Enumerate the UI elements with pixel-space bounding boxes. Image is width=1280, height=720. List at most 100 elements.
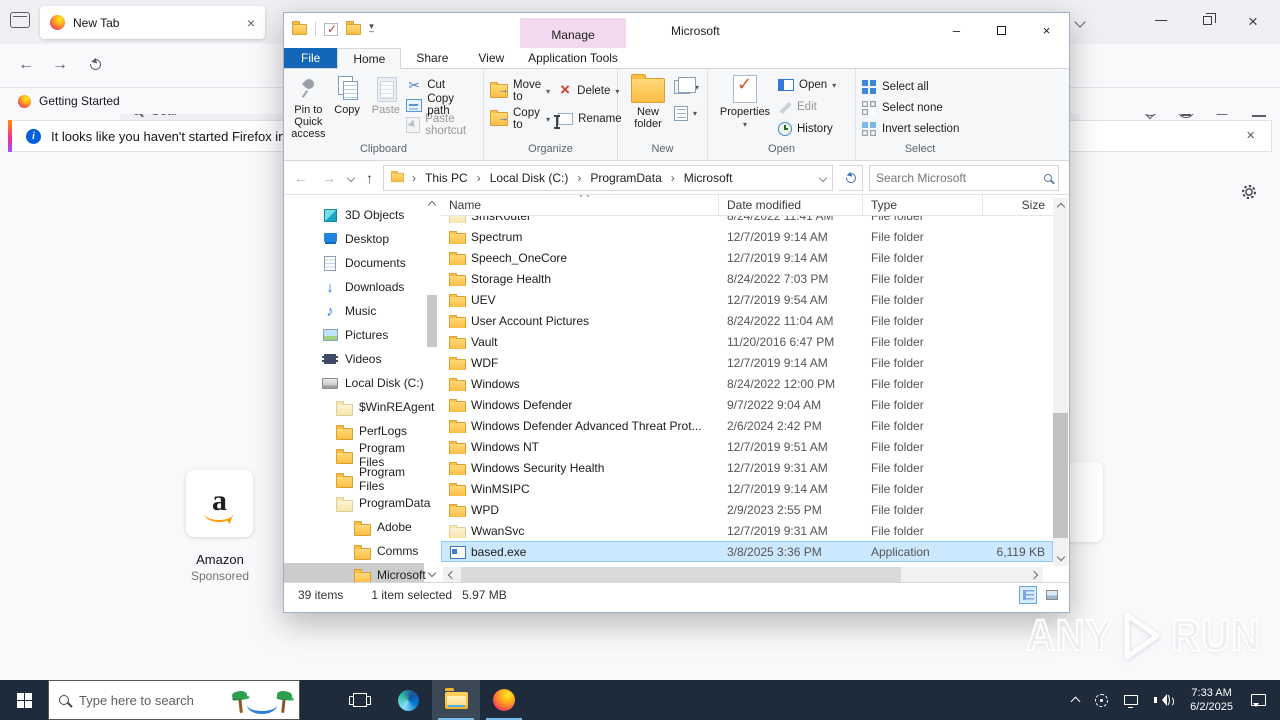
file-row[interactable]: UEV 12/7/2019 9:54 AM File folder	[441, 289, 1053, 310]
thumbnail-view-button[interactable]	[1043, 586, 1061, 604]
file-row[interactable]: Windows Defender Advanced Threat Prot...…	[441, 415, 1053, 436]
history-button[interactable]: History	[778, 121, 836, 137]
column-header-type[interactable]: Type	[863, 195, 983, 215]
pin-to-quick-access-button[interactable]: Pin to Quick access	[290, 73, 327, 143]
volume-button[interactable]	[1146, 680, 1180, 720]
scrollbar-thumb[interactable]	[427, 295, 437, 347]
crumb-local-disk[interactable]: Local Disk (C:)	[488, 171, 571, 185]
search-input[interactable]	[876, 170, 1040, 185]
start-button[interactable]	[0, 680, 48, 720]
copy-to-button[interactable]: Copy to▾	[490, 107, 550, 131]
customize-qat-icon[interactable]: ▾ –	[369, 22, 374, 36]
firefox-view-icon[interactable]	[10, 12, 30, 28]
tab-view[interactable]: View	[463, 48, 519, 68]
sidebar-item[interactable]: Program Files	[284, 465, 424, 493]
sidebar-item[interactable]: Program Files	[284, 441, 424, 469]
scroll-left-icon[interactable]	[443, 567, 458, 582]
horizontal-scrollbar[interactable]	[443, 567, 1043, 582]
sidebar-item[interactable]: Documents	[284, 251, 424, 275]
browser-tab[interactable]: New Tab ×	[40, 6, 265, 39]
explorer-minimize-button[interactable]: –	[934, 13, 979, 48]
up-icon[interactable]: ↑	[362, 170, 377, 186]
file-row[interactable]: based.exe 3/8/2025 3:36 PM Application 6…	[441, 541, 1053, 562]
file-row[interactable]: WwanSvc 12/7/2019 9:31 AM File folder	[441, 520, 1053, 541]
breadcrumb[interactable]: › This PC › Local Disk (C:) › ProgramDat…	[383, 164, 833, 191]
crumb-programdata[interactable]: ProgramData	[588, 171, 663, 185]
firefox-minimize-button[interactable]	[1155, 20, 1167, 21]
sidebar-item[interactable]: Adobe	[284, 515, 424, 539]
copy-button[interactable]: Copy	[329, 73, 366, 143]
file-row[interactable]: Spectrum 12/7/2019 9:14 AM File folder	[441, 226, 1053, 247]
crumb-microsoft[interactable]: Microsoft	[682, 171, 735, 185]
vertical-scrollbar[interactable]	[1053, 198, 1068, 566]
file-row[interactable]: Windows Defender 9/7/2022 9:04 AM File f…	[441, 394, 1053, 415]
address-dropdown-chevron-icon[interactable]	[818, 173, 828, 182]
scroll-right-icon[interactable]	[1028, 567, 1043, 582]
column-header-date[interactable]: Date modified	[719, 195, 863, 215]
crumb-this-pc[interactable]: This PC	[423, 171, 470, 185]
tab-share[interactable]: Share	[401, 48, 463, 68]
column-header-name[interactable]: Name	[441, 195, 719, 215]
tab-list-chevron-icon[interactable]	[1074, 16, 1086, 28]
sidebar-item[interactable]: Desktop	[284, 227, 424, 251]
tray-expand-button[interactable]	[1064, 680, 1087, 720]
manage-contextual-header[interactable]: Manage	[520, 18, 626, 48]
browser-back-icon[interactable]: ←	[18, 56, 34, 74]
scroll-up-icon[interactable]	[425, 195, 439, 211]
tab-file[interactable]: File	[284, 48, 338, 68]
scrollbar-thumb[interactable]	[1053, 413, 1068, 538]
file-row[interactable]: Speech_OneCore 12/7/2019 9:14 AM File fo…	[441, 247, 1053, 268]
properties-button[interactable]: Properties ▾	[714, 73, 776, 143]
easy-access-button[interactable]: ▾	[674, 105, 699, 121]
tab-close-icon[interactable]: ×	[247, 16, 255, 30]
explorer-search-box[interactable]	[869, 164, 1059, 191]
file-row[interactable]: Windows 8/24/2022 12:00 PM File folder	[441, 373, 1053, 394]
open-button[interactable]: Open ▾	[778, 77, 836, 93]
sidebar-item[interactable]: Comms	[284, 539, 424, 563]
select-all-button[interactable]: Select all	[862, 79, 959, 95]
firefox-button[interactable]	[480, 680, 528, 720]
file-row[interactable]: WinMSIPC 12/7/2019 9:14 AM File folder	[441, 478, 1053, 499]
paste-button[interactable]: Paste	[367, 73, 404, 143]
network-button[interactable]	[1116, 680, 1146, 720]
sidebar-item[interactable]: Downloads	[284, 275, 424, 299]
paste-shortcut-button[interactable]: Paste shortcut	[406, 113, 477, 137]
new-folder-button[interactable]: New folder	[624, 73, 672, 143]
explorer-close-button[interactable]: ×	[1024, 13, 1069, 48]
column-header-size[interactable]: Size	[983, 195, 1053, 215]
tray-sync-button[interactable]	[1087, 680, 1116, 720]
refresh-button[interactable]	[839, 164, 863, 191]
bookmark-getting-started[interactable]: Getting Started	[39, 94, 120, 108]
rename-button[interactable]: Rename	[554, 111, 622, 128]
back-icon[interactable]: ←	[290, 170, 312, 186]
sidebar-item[interactable]: Microsoft	[284, 563, 426, 582]
file-row[interactable]: User Account Pictures 8/24/2022 11:04 AM…	[441, 310, 1053, 331]
firefox-restore-button[interactable]	[1203, 13, 1216, 25]
notification-close-icon[interactable]: ×	[1246, 128, 1255, 143]
file-row[interactable]: Storage Health 8/24/2022 7:03 PM File fo…	[441, 268, 1053, 289]
file-row[interactable]: SmsRouter 8/24/2022 11:41 AM File folder	[441, 216, 1053, 226]
tab-application-tools[interactable]: Application Tools	[520, 48, 626, 68]
sidebar-item[interactable]: Local Disk (C:)	[284, 371, 424, 395]
recent-locations-chevron-icon[interactable]	[346, 173, 356, 182]
sidebar-item[interactable]: PerfLogs	[284, 419, 424, 443]
select-none-button[interactable]: Select none	[862, 100, 959, 116]
firefox-close-button[interactable]: ×	[1248, 13, 1258, 30]
explorer-maximize-button[interactable]	[979, 13, 1024, 48]
browser-reload-icon[interactable]	[87, 56, 104, 73]
details-view-button[interactable]	[1019, 586, 1037, 604]
forward-icon[interactable]: →	[318, 170, 340, 186]
new-item-button[interactable]: ▾	[674, 77, 699, 95]
edge-button[interactable]	[384, 680, 432, 720]
invert-selection-button[interactable]: Invert selection	[862, 121, 959, 137]
move-to-button[interactable]: Move to▾	[490, 79, 550, 103]
sidebar-item[interactable]: Videos	[284, 347, 424, 371]
properties-check-icon[interactable]	[324, 22, 338, 36]
delete-button[interactable]: Delete▾	[558, 83, 621, 99]
browser-forward-icon[interactable]: →	[52, 56, 68, 74]
scrollbar-thumb[interactable]	[461, 567, 901, 582]
sidebar-item[interactable]: $WinREAgent	[284, 395, 434, 419]
action-center-button[interactable]	[1243, 680, 1280, 720]
file-row[interactable]: WPD 2/9/2023 2:55 PM File folder	[441, 499, 1053, 520]
task-view-button[interactable]	[336, 680, 384, 720]
